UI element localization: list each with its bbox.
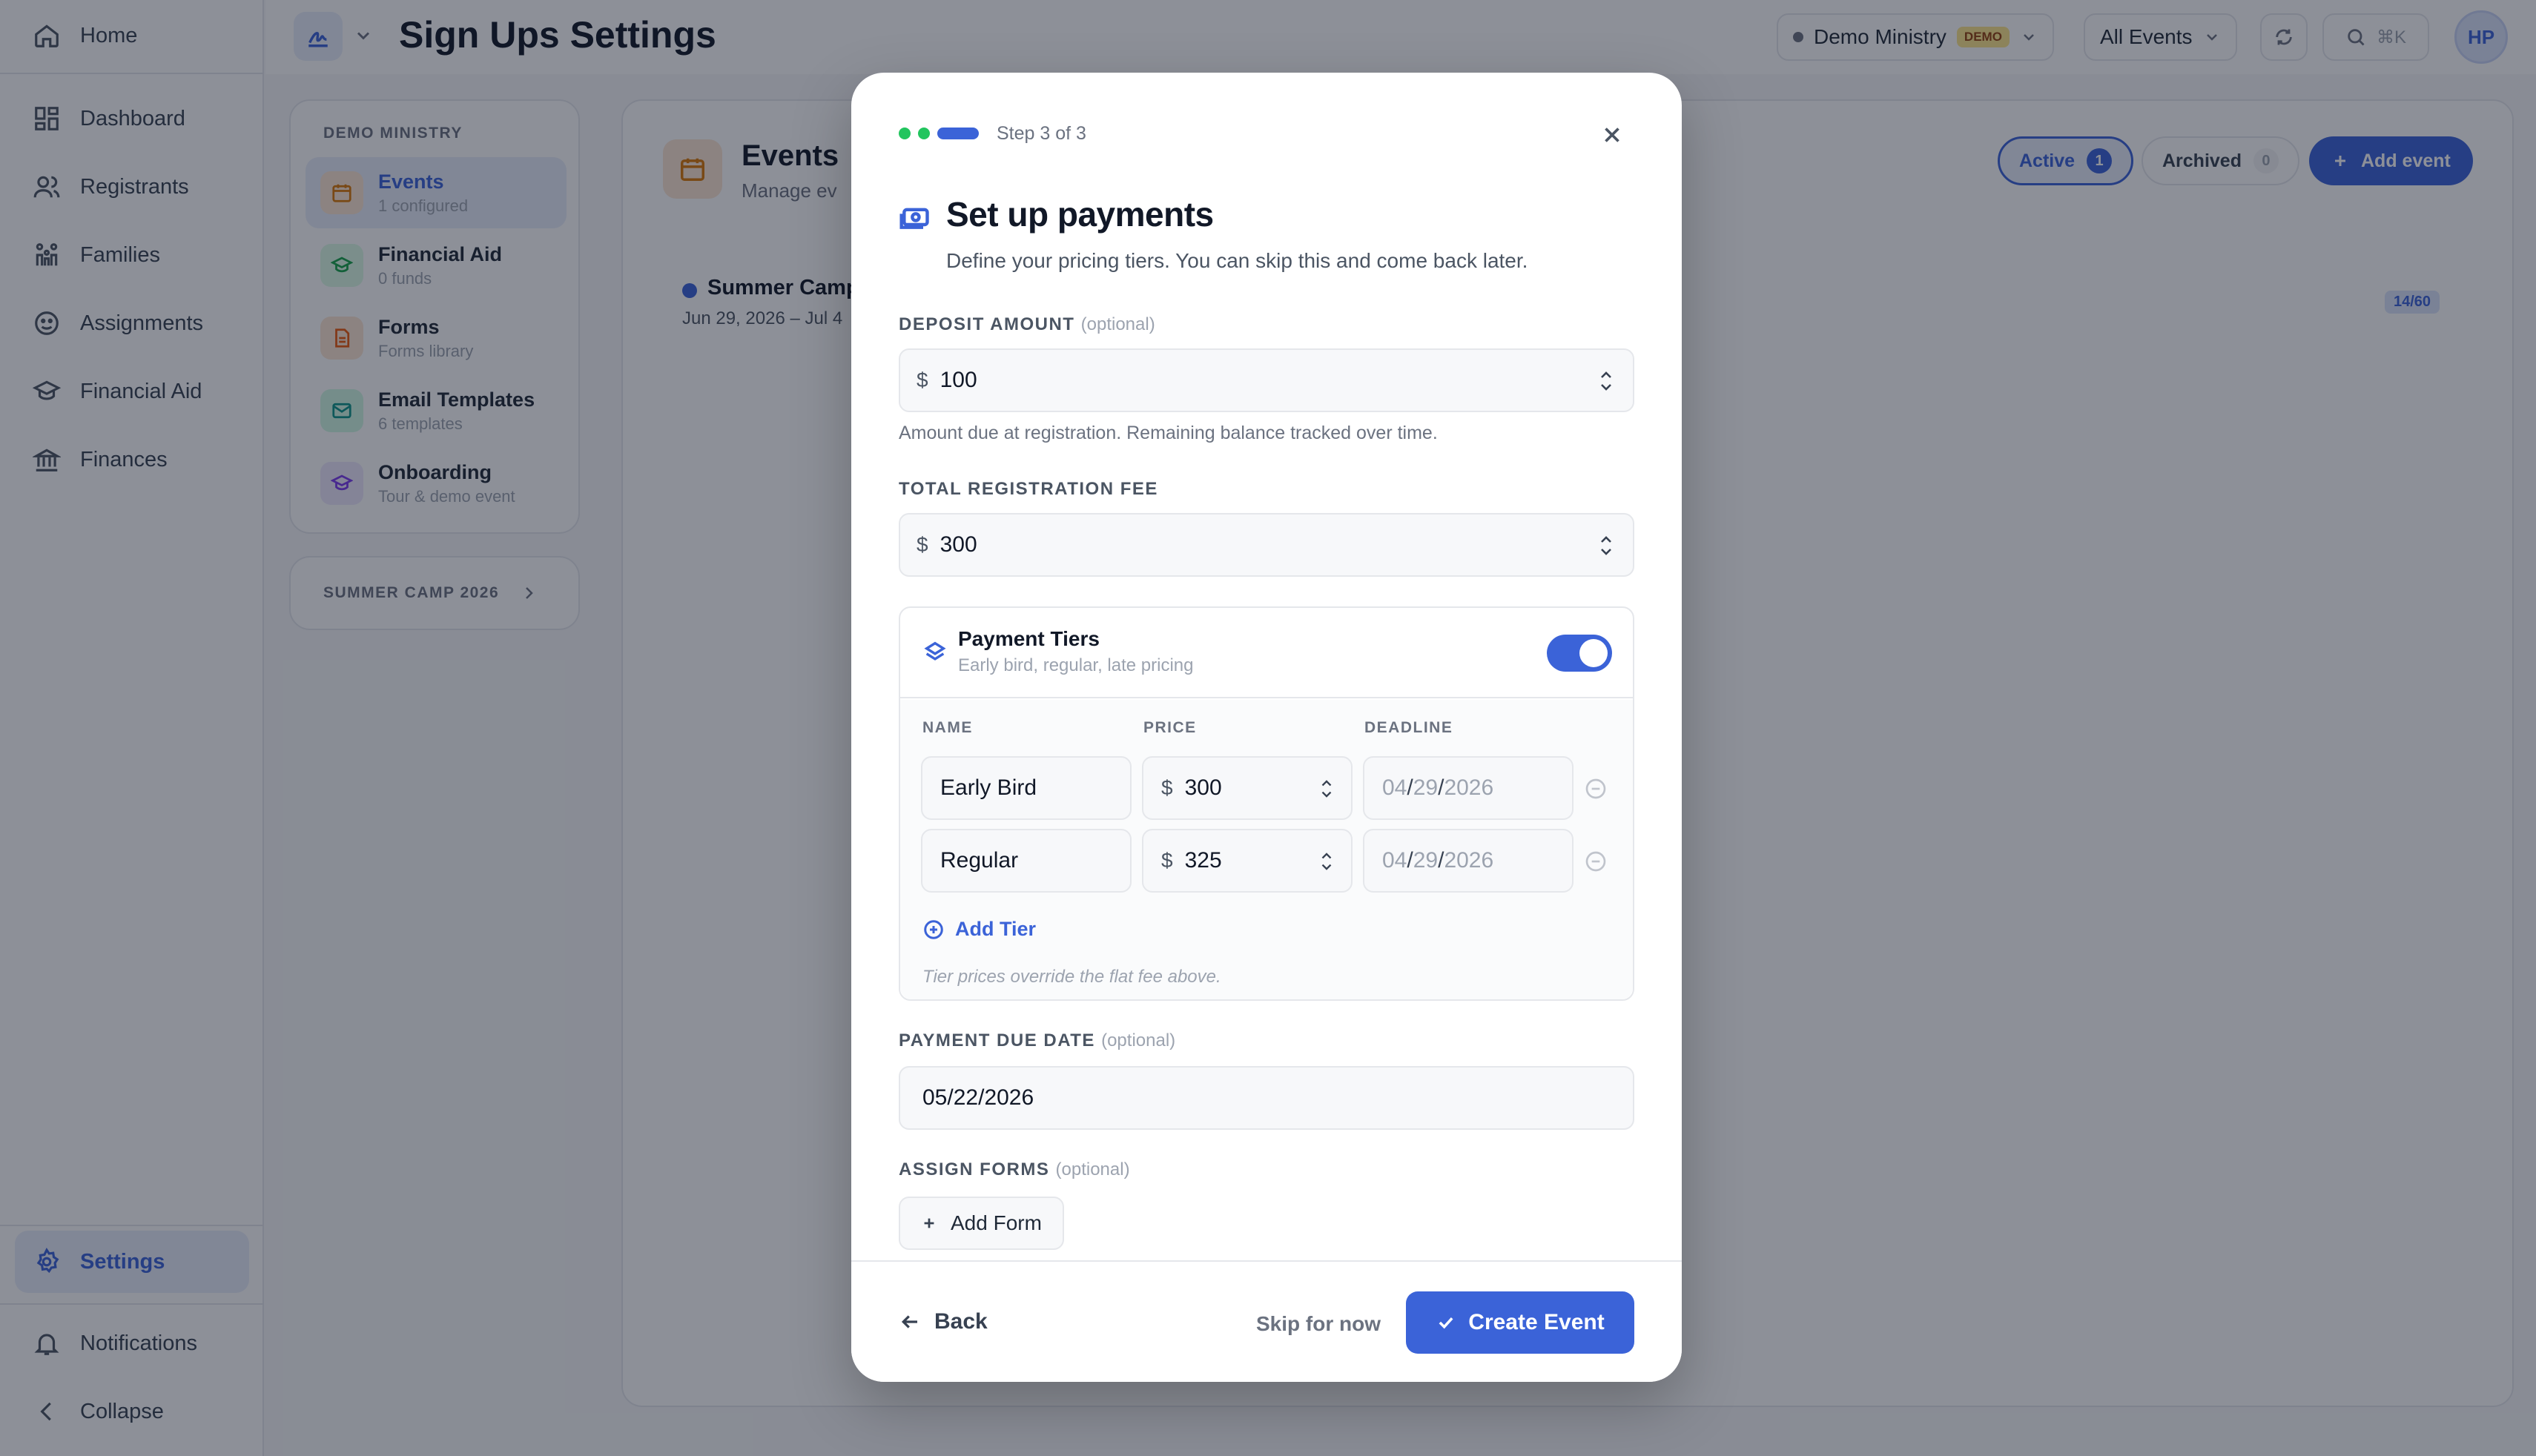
optional-tag: (optional) bbox=[1101, 1030, 1176, 1050]
date-day: 29 bbox=[1413, 775, 1439, 800]
date-month: 04 bbox=[1382, 775, 1407, 800]
tier-name-value: Regular bbox=[940, 848, 1019, 873]
date-separator: / bbox=[1407, 848, 1413, 873]
modal-body: Step 3 of 3 Set up payments Define your … bbox=[851, 73, 1682, 1260]
plus-circle-icon bbox=[924, 919, 943, 939]
column-header-deadline: DEADLINE bbox=[1364, 719, 1453, 736]
deposit-label: DEPOSIT AMOUNT (optional) bbox=[899, 314, 1155, 335]
date-value: 04/29/2026 bbox=[1382, 775, 1493, 801]
assign-forms-label: ASSIGN FORMS (optional) bbox=[899, 1159, 1130, 1180]
step-indicator bbox=[899, 128, 979, 139]
payment-tiers-toggle[interactable] bbox=[1547, 635, 1612, 672]
stepper-icon[interactable] bbox=[1318, 848, 1335, 875]
date-separator: / bbox=[947, 1085, 954, 1110]
currency-symbol: $ bbox=[917, 533, 928, 556]
payment-tiers-body: NAME PRICE DEADLINE Early Bird $ 300 04/… bbox=[900, 700, 1633, 999]
date-separator: / bbox=[1407, 775, 1413, 800]
add-tier-button[interactable]: Add Tier bbox=[922, 918, 1036, 941]
add-form-button[interactable]: Add Form bbox=[899, 1197, 1064, 1250]
create-event-button[interactable]: Create Event bbox=[1406, 1291, 1634, 1354]
payment-due-date-input[interactable]: 05/22/2026 bbox=[899, 1066, 1634, 1130]
remove-tier-button[interactable] bbox=[1584, 850, 1608, 873]
add-tier-label: Add Tier bbox=[955, 918, 1037, 940]
total-fee-label: TOTAL REGISTRATION FEE bbox=[899, 479, 1158, 499]
stepper-icon[interactable] bbox=[1597, 532, 1615, 559]
date-year: 2026 bbox=[984, 1085, 1034, 1110]
layers-icon bbox=[922, 639, 948, 664]
stepper-icon[interactable] bbox=[1318, 775, 1335, 802]
deposit-label-text: DEPOSIT AMOUNT bbox=[899, 314, 1075, 334]
modal-subtitle: Define your pricing tiers. You can skip … bbox=[946, 249, 1528, 272]
back-button[interactable]: Back bbox=[899, 1309, 988, 1334]
stepper-icon[interactable] bbox=[1597, 368, 1615, 394]
tier-deadline-input[interactable]: 04/29/2026 bbox=[1363, 756, 1574, 820]
due-date-label-text: PAYMENT DUE DATE bbox=[899, 1030, 1095, 1050]
column-header-name: NAME bbox=[922, 719, 973, 736]
step-dot-current bbox=[937, 128, 979, 139]
app-root: Home Dashboard Registrants Families Assi… bbox=[0, 0, 2536, 1456]
create-event-modal: Step 3 of 3 Set up payments Define your … bbox=[851, 73, 1682, 1382]
skip-button[interactable]: Skip for now bbox=[1256, 1312, 1381, 1336]
deposit-amount-value: 100 bbox=[940, 368, 977, 392]
date-value: 05/22/2026 bbox=[922, 1085, 1034, 1111]
minus-circle-icon bbox=[1585, 851, 1606, 872]
tier-price-value: 300 bbox=[1184, 775, 1222, 800]
close-button[interactable] bbox=[1596, 119, 1628, 151]
optional-tag: (optional) bbox=[1080, 314, 1155, 334]
check-icon bbox=[1439, 1317, 1453, 1329]
create-event-label: Create Event bbox=[1468, 1310, 1605, 1334]
money-icon bbox=[899, 200, 931, 233]
step-dot-complete bbox=[899, 128, 911, 139]
tier-note: Tier prices override the flat fee above. bbox=[922, 967, 1221, 987]
date-month: 05 bbox=[922, 1085, 948, 1110]
tier-name-value: Early Bird bbox=[940, 775, 1037, 800]
step-text: Step 3 of 3 bbox=[997, 123, 1086, 144]
step-dot-complete bbox=[918, 128, 930, 139]
date-year: 2026 bbox=[1444, 775, 1494, 800]
modal-title: Set up payments bbox=[946, 195, 1214, 234]
currency-symbol: $ bbox=[1161, 776, 1173, 799]
back-label: Back bbox=[934, 1309, 988, 1334]
date-month: 04 bbox=[1382, 848, 1407, 873]
currency-symbol: $ bbox=[1161, 849, 1173, 872]
currency-symbol: $ bbox=[917, 368, 928, 391]
close-icon bbox=[1605, 128, 1619, 142]
deposit-amount-input[interactable]: $ 100 bbox=[899, 348, 1634, 412]
date-value: 04/29/2026 bbox=[1382, 848, 1493, 873]
tier-price-value: 325 bbox=[1184, 848, 1222, 873]
payment-tiers-desc: Early bird, regular, late pricing bbox=[958, 655, 1194, 675]
due-date-label: PAYMENT DUE DATE (optional) bbox=[899, 1030, 1175, 1051]
date-day: 29 bbox=[1413, 848, 1439, 873]
tier-price-input[interactable]: $ 325 bbox=[1142, 829, 1353, 893]
deposit-hint: Amount due at registration. Remaining ba… bbox=[899, 423, 1438, 443]
column-header-price: PRICE bbox=[1143, 719, 1197, 736]
date-day: 22 bbox=[953, 1085, 979, 1110]
payment-tiers-card: Payment Tiers Early bird, regular, late … bbox=[899, 606, 1634, 1001]
tier-name-input[interactable]: Early Bird bbox=[921, 756, 1132, 820]
arrow-left-icon bbox=[901, 1315, 917, 1328]
total-fee-input[interactable]: $ 300 bbox=[899, 513, 1634, 577]
tier-name-input[interactable]: Regular bbox=[921, 829, 1132, 893]
optional-tag: (optional) bbox=[1055, 1159, 1130, 1179]
minus-circle-icon bbox=[1585, 778, 1606, 799]
modal-footer: Back Skip for now Create Event bbox=[851, 1260, 1682, 1382]
plus-icon bbox=[924, 1218, 934, 1228]
tier-price-input[interactable]: $ 300 bbox=[1142, 756, 1353, 820]
assign-forms-label-text: ASSIGN FORMS bbox=[899, 1159, 1050, 1179]
date-year: 2026 bbox=[1444, 848, 1494, 873]
total-fee-value: 300 bbox=[940, 532, 977, 557]
tier-deadline-input[interactable]: 04/29/2026 bbox=[1363, 829, 1574, 893]
add-form-label: Add Form bbox=[951, 1211, 1042, 1234]
payment-tiers-title: Payment Tiers bbox=[958, 627, 1100, 650]
remove-tier-button[interactable] bbox=[1584, 777, 1608, 801]
payment-tiers-header: Payment Tiers Early bird, regular, late … bbox=[900, 608, 1633, 698]
toggle-knob bbox=[1579, 639, 1608, 667]
